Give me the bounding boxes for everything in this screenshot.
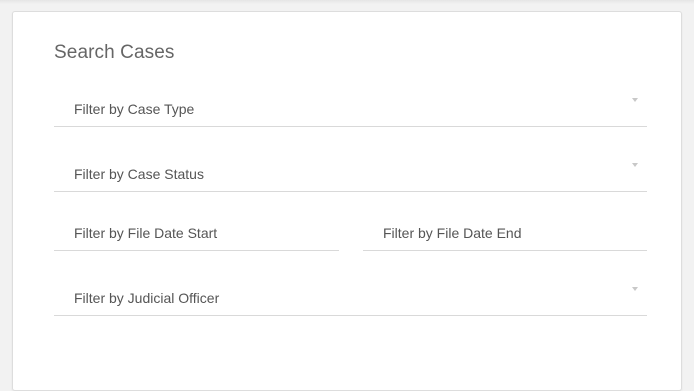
case-type-filter[interactable]: Filter by Case Type	[54, 93, 647, 127]
card-title: Search Cases	[54, 42, 175, 63]
judicial-officer-placeholder: Filter by Judicial Officer	[74, 290, 220, 306]
judicial-officer-filter[interactable]: Filter by Judicial Officer	[54, 282, 647, 316]
search-cases-card: Search Cases Filter by Case Type Filter …	[12, 11, 682, 391]
case-status-filter[interactable]: Filter by Case Status	[54, 158, 647, 192]
file-date-end-placeholder: Filter by File Date End	[383, 225, 522, 241]
case-status-placeholder: Filter by Case Status	[74, 166, 204, 182]
file-date-start-input[interactable]: Filter by File Date Start	[54, 217, 339, 251]
file-date-start-placeholder: Filter by File Date Start	[74, 225, 218, 241]
caret-down-icon	[632, 163, 638, 167]
caret-down-icon	[632, 98, 638, 102]
top-edge-shadow	[0, 0, 694, 4]
file-date-end-input[interactable]: Filter by File Date End	[363, 217, 647, 251]
caret-down-icon	[632, 287, 638, 291]
case-type-placeholder: Filter by Case Type	[74, 101, 195, 117]
